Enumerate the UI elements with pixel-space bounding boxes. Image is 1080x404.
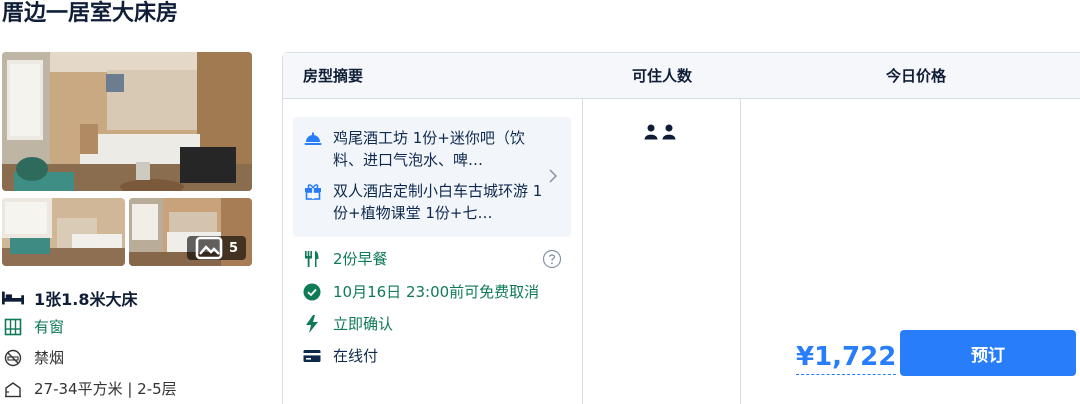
room-main-photo[interactable] [2, 52, 252, 191]
card-icon [303, 347, 321, 365]
bed-icon [2, 288, 24, 308]
cloche-icon [303, 128, 323, 148]
check-circle-icon [303, 283, 321, 301]
area-info: 27-34平方米 | 2-5层 [2, 378, 177, 399]
smoking-info: 禁烟 [2, 347, 64, 368]
payment-policy: 在线付 [303, 345, 378, 366]
window-icon [2, 317, 24, 337]
help-icon[interactable] [542, 249, 562, 269]
package-item: 双人酒店定制小白车古城环游 1份+植物课堂 1份+七… [303, 180, 549, 224]
smoking-label: 禁烟 [34, 349, 65, 367]
header-price: 今日价格 [886, 67, 947, 85]
person-icon [644, 124, 658, 140]
window-label: 有窗 [34, 318, 65, 336]
floor-area-icon [2, 379, 24, 399]
cancellation-policy: 10月16日 23:00前可免费取消 [303, 281, 539, 302]
room-title: 厝边一居室大床房 [2, 1, 179, 26]
room-price[interactable]: ¥1,722 [796, 340, 897, 375]
package-item-text: 鸡尾酒工坊 1份+迷你吧（饮料、进口气泡水、啤… [333, 129, 525, 169]
package-benefits[interactable]: 鸡尾酒工坊 1份+迷你吧（饮料、进口气泡水、啤… 双人酒店定制小白车古城环游 1… [293, 117, 571, 237]
package-item-text: 双人酒店定制小白车古城环游 1份+植物课堂 1份+七… [333, 182, 543, 222]
chevron-right-icon[interactable] [547, 167, 559, 185]
payment-label: 在线付 [333, 347, 379, 365]
header-guests: 可住人数 [631, 67, 692, 85]
header-room-summary: 房型摘要 [303, 67, 364, 85]
breakfast-policy: 2份早餐 [303, 248, 388, 269]
window-info: 有窗 [2, 316, 64, 337]
photo-count: 5 [228, 240, 238, 256]
column-divider [582, 99, 583, 404]
book-button[interactable]: 预订 [900, 330, 1076, 376]
area-label: 27-34平方米 | 2-5层 [34, 380, 177, 398]
breakfast-label: 2份早餐 [333, 250, 388, 268]
room-thumbnail-1[interactable] [2, 198, 125, 266]
cutlery-icon [303, 250, 321, 268]
column-divider [740, 99, 741, 404]
bed-info: 1张1.8米大床 [2, 286, 137, 310]
confirmation-label: 立即确认 [333, 315, 394, 333]
cancellation-label: 10月16日 23:00前可免费取消 [333, 283, 540, 301]
lightning-icon [303, 314, 321, 333]
image-icon [195, 236, 223, 260]
max-guests [644, 124, 676, 140]
confirmation-policy: 立即确认 [303, 313, 393, 334]
room-thumbnail-2[interactable]: 5 [129, 198, 252, 266]
photo-count-badge[interactable]: 5 [186, 236, 246, 260]
no-smoking-icon [2, 348, 24, 368]
package-item: 鸡尾酒工坊 1份+迷你吧（饮料、进口气泡水、啤… [303, 127, 549, 171]
bed-label: 1张1.8米大床 [34, 290, 138, 309]
person-icon [662, 124, 676, 140]
gift-icon [303, 181, 323, 201]
rate-table-header: 房型摘要 可住人数 今日价格 [283, 53, 1080, 99]
